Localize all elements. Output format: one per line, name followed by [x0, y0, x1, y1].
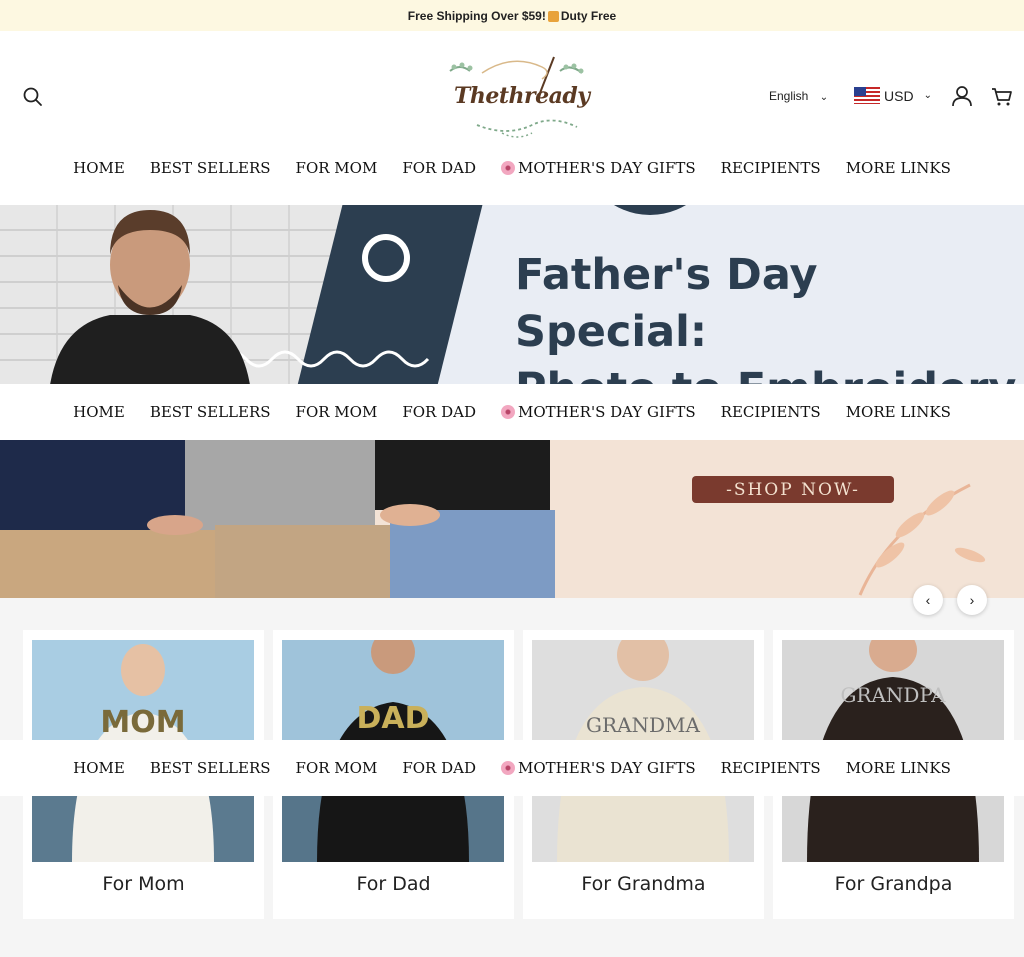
nav-home[interactable]: HOME: [73, 159, 125, 177]
collection-label: For Mom: [102, 873, 185, 895]
language-label: English: [769, 89, 809, 103]
nav-mothers-day-label: MOTHER'S DAY GIFTS: [517, 159, 696, 177]
currency-selector[interactable]: USD ⌄: [854, 87, 932, 104]
collection-label: For Grandpa: [834, 873, 953, 895]
nav-home[interactable]: HOME: [73, 759, 125, 777]
announcement-text: Free Shipping Over $59!: [407, 8, 546, 23]
nav-recipients[interactable]: RECIPIENTS: [721, 159, 821, 177]
nav-for-mom[interactable]: FOR MOM: [296, 159, 378, 177]
grandpa-print: GRANDPA: [840, 683, 946, 707]
nav-for-dad[interactable]: FOR DAD: [402, 159, 476, 177]
mom-print: MOM: [100, 705, 185, 740]
nav-home[interactable]: HOME: [73, 403, 125, 421]
family-photo: [0, 440, 555, 598]
nav-mothers-day-gifts[interactable]: MOTHER'S DAY GIFTS: [500, 403, 696, 421]
nav-mothers-day-gifts[interactable]: MOTHER'S DAY GIFTS: [500, 759, 696, 777]
flower-icon: [500, 161, 515, 175]
logo-text: Thethready: [454, 83, 590, 109]
nav-best-sellers[interactable]: BEST SELLERS: [150, 159, 271, 177]
us-flag-icon: [854, 87, 880, 104]
flower-icon: [500, 405, 515, 419]
nav-best-sellers[interactable]: BEST SELLERS: [150, 759, 271, 777]
nav-recipients[interactable]: RECIPIENTS: [721, 403, 821, 421]
nav-mothers-day-label: MOTHER'S DAY GIFTS: [517, 759, 696, 777]
nav-more-links[interactable]: MORE LINKS: [846, 759, 951, 777]
grandma-print: GRANDMA: [586, 713, 700, 737]
chevron-left-icon: ‹: [925, 592, 931, 608]
search-icon[interactable]: [22, 86, 44, 108]
collection-label: For Dad: [356, 873, 431, 895]
sticky-nav-2: HOME BEST SELLERS FOR MOM FOR DAD MOTHER…: [0, 740, 1024, 796]
nav-best-sellers[interactable]: BEST SELLERS: [150, 403, 271, 421]
nav-for-dad[interactable]: FOR DAD: [402, 403, 476, 421]
main-nav: HOME BEST SELLERS FOR MOM FOR DAD MOTHER…: [0, 140, 1024, 196]
language-selector[interactable]: English ⌄: [769, 89, 828, 103]
hero-headline-line1: Father's Day Special:: [515, 250, 818, 357]
announcement-bar: Free Shipping Over $59! Duty Free: [0, 0, 1024, 31]
nav-mothers-day-gifts[interactable]: MOTHER'S DAY GIFTS: [500, 159, 696, 177]
site-logo[interactable]: Thethready: [442, 53, 592, 143]
decorative-ring: [362, 234, 410, 282]
nav-for-mom[interactable]: FOR MOM: [296, 403, 378, 421]
chevron-down-icon: ⌄: [819, 92, 829, 103]
carousel-prev-button[interactable]: ‹: [913, 585, 943, 615]
user-icon[interactable]: [951, 85, 973, 107]
chevron-right-icon: ›: [969, 592, 975, 608]
sticky-nav: HOME BEST SELLERS FOR MOM FOR DAD MOTHER…: [0, 384, 1024, 440]
flower-icon: [500, 761, 515, 775]
gift-icon: [547, 11, 559, 22]
nav-more-links[interactable]: MORE LINKS: [846, 159, 951, 177]
announcement-text-2: Duty Free: [560, 8, 617, 23]
nav-for-dad[interactable]: FOR DAD: [402, 759, 476, 777]
nav-for-mom[interactable]: FOR MOM: [296, 759, 378, 777]
currency-label: USD: [884, 87, 914, 104]
model-photo: [50, 210, 250, 385]
decorative-shape-top: [580, 205, 720, 215]
nav-more-links[interactable]: MORE LINKS: [846, 403, 951, 421]
chevron-down-icon: ⌄: [923, 90, 932, 101]
nav-mothers-day-label: MOTHER'S DAY GIFTS: [517, 403, 696, 421]
dad-print: DAD: [356, 701, 429, 736]
nav-recipients[interactable]: RECIPIENTS: [721, 759, 821, 777]
shop-now-button[interactable]: -SHOP NOW-: [692, 476, 894, 503]
carousel-next-button[interactable]: ›: [957, 585, 987, 615]
cart-icon[interactable]: [991, 86, 1013, 108]
collection-label: For Grandma: [581, 873, 706, 895]
